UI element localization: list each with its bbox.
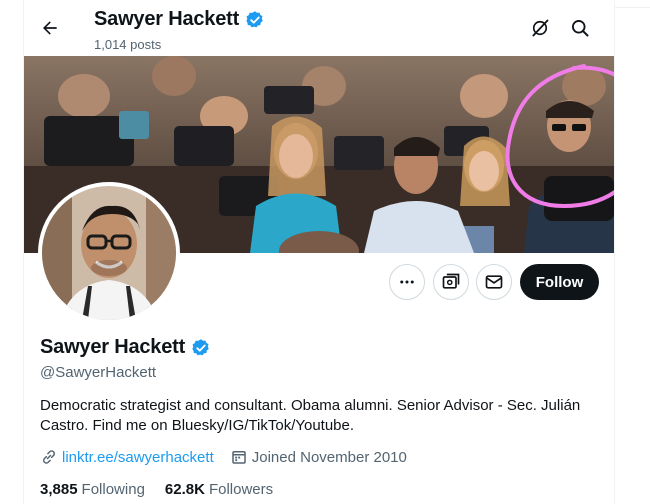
search-icon (572, 20, 589, 37)
followers-label: Followers (208, 481, 274, 498)
posts-count: 1,014 posts (94, 37, 162, 52)
joined-item: Joined November 2010 (230, 448, 407, 466)
verified-badge-icon[interactable] (191, 338, 211, 358)
profile-avatar[interactable] (38, 182, 180, 324)
profile-bio: Democratic strategist and consultant. Ob… (40, 397, 581, 434)
message-button[interactable] (476, 264, 512, 300)
grok-button[interactable] (526, 14, 554, 42)
subscribe-button[interactable] (433, 264, 469, 300)
link-icon (42, 450, 56, 464)
profile-link[interactable]: linktr.ee/sawyerhackett (62, 449, 214, 466)
joined-date: Joined November 2010 (251, 448, 407, 466)
more-icon (400, 280, 414, 284)
back-button[interactable] (36, 14, 64, 42)
user-handle: @SawyerHackett (40, 364, 157, 381)
following-stat[interactable]: 3,885 Following (40, 481, 145, 498)
following-count: 3,885 (40, 481, 78, 498)
followers-count: 62.8K (164, 481, 205, 498)
profile-link-item[interactable]: linktr.ee/sawyerhackett (40, 448, 214, 466)
avatar-photo (42, 186, 176, 320)
followers-stat[interactable]: 62.8K Followers (165, 481, 273, 498)
follow-stats: 3,885 Following 62.8K Followers (40, 481, 293, 498)
search-button[interactable] (566, 14, 594, 42)
subscribe-icon (442, 273, 460, 289)
back-arrow-icon (43, 21, 57, 35)
more-button[interactable] (389, 264, 425, 300)
following-label: Following (81, 481, 145, 498)
calendar-icon (232, 451, 246, 464)
follow-button[interactable]: Follow (520, 264, 599, 300)
verified-badge-icon (246, 10, 263, 27)
header-name: Sawyer Hackett (94, 8, 240, 30)
header-title: Sawyer Hackett (94, 8, 265, 31)
display-name: Sawyer Hackett (40, 336, 186, 358)
profile-meta: linktr.ee/sawyerhackett Joined November … (40, 448, 423, 466)
right-frame-border (614, 0, 615, 504)
message-icon (485, 275, 503, 289)
grok-icon (532, 19, 549, 37)
profile-top-bar: Sawyer Hackett 1,014 posts (24, 0, 614, 56)
top-right-border (614, 0, 650, 8)
display-name-row: Sawyer Hackett (40, 336, 211, 359)
